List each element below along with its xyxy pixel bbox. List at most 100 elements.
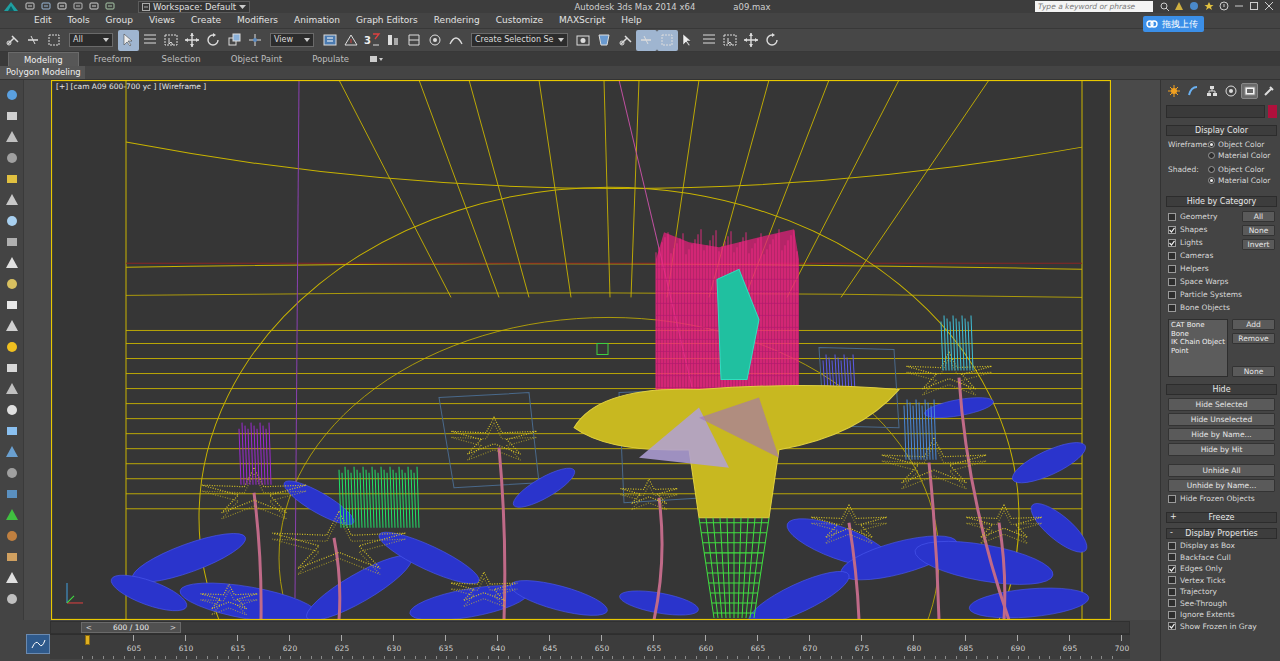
toolbar-button[interactable] <box>762 30 783 51</box>
command-panel-tab[interactable] <box>1241 83 1258 99</box>
radio-button[interactable] <box>1208 177 1215 184</box>
viewport[interactable]: [+] [cam A09 600-700 yc ] [Wireframe ] <box>51 80 1111 620</box>
checkbox-row[interactable]: Show Frozen in Gray <box>1168 621 1275 633</box>
side-tool-button[interactable] <box>4 380 20 397</box>
rollout-header[interactable]: Hide by Category <box>1166 196 1277 207</box>
checkbox[interactable] <box>1168 265 1176 273</box>
rollout-header[interactable]: -Display Properties <box>1166 528 1277 539</box>
window-control[interactable] <box>1219 1 1229 13</box>
rollout-header[interactable]: Hide <box>1166 384 1277 395</box>
toolbar-dropdown[interactable]: View <box>270 33 314 47</box>
checkbox-row[interactable]: Cameras <box>1168 249 1242 262</box>
quick-access-button[interactable] <box>25 1 36 13</box>
toolbar-button[interactable] <box>594 30 615 51</box>
toolbar-button[interactable] <box>615 30 636 51</box>
checkbox[interactable] <box>1168 611 1176 619</box>
hide-button[interactable]: Unhide All <box>1168 464 1275 477</box>
checkbox-row[interactable]: Display as Box <box>1168 540 1275 552</box>
upload-button[interactable]: 拖拽上传 <box>1143 16 1204 32</box>
checkbox[interactable] <box>1168 291 1176 299</box>
filter-list-item[interactable]: Bone <box>1171 330 1225 339</box>
rollout-toggle[interactable]: + <box>1170 512 1177 521</box>
category-button[interactable]: Invert <box>1242 239 1275 250</box>
category-button[interactable]: None <box>1242 225 1275 236</box>
workspace-dropdown[interactable]: Workspace: Default <box>138 1 250 13</box>
checkbox-row[interactable]: Lights <box>1168 236 1242 249</box>
checkbox[interactable] <box>1168 213 1176 221</box>
ribbon-tab[interactable]: Modeling <box>8 52 79 66</box>
checkbox-row[interactable]: Helpers <box>1168 262 1242 275</box>
toolbar-button[interactable] <box>657 30 678 51</box>
radio-button[interactable] <box>1208 141 1215 148</box>
rollout-toggle[interactable]: - <box>1170 528 1173 537</box>
radio-option[interactable]: Material Color <box>1208 150 1270 160</box>
menu-item[interactable]: Tools <box>59 14 97 27</box>
checkbox-row[interactable]: Ignore Extents <box>1168 609 1275 621</box>
toolbar-button[interactable] <box>139 30 160 51</box>
checkbox-row[interactable]: Bone Objects <box>1168 301 1242 314</box>
toolbar-button[interactable] <box>720 30 741 51</box>
side-tool-button[interactable] <box>4 422 20 439</box>
side-tool-button[interactable] <box>4 317 20 334</box>
previous-frame-button[interactable]: < <box>82 623 96 632</box>
ribbon-options[interactable] <box>364 52 384 66</box>
search-field[interactable] <box>1035 1 1153 12</box>
scene-wireframe[interactable] <box>51 80 1111 620</box>
remove-button[interactable]: Remove <box>1232 333 1275 344</box>
side-tool-button[interactable] <box>4 275 20 292</box>
side-tool-button[interactable] <box>4 527 20 544</box>
checkbox[interactable] <box>1168 553 1176 561</box>
toolbar-button[interactable] <box>699 30 720 51</box>
toolbar-button[interactable] <box>118 30 139 51</box>
command-panel-tab[interactable] <box>1204 83 1221 99</box>
category-button[interactable]: All <box>1242 211 1275 222</box>
toolbar-button[interactable] <box>636 30 657 51</box>
menu-item[interactable]: Customize <box>488 14 551 27</box>
window-control[interactable] <box>1189 1 1199 13</box>
toolbar-button[interactable] <box>160 30 181 51</box>
quick-access-button[interactable] <box>57 1 68 13</box>
checkbox-row[interactable]: Geometry <box>1168 210 1242 223</box>
side-tool-button[interactable] <box>4 569 20 586</box>
snap-toggle[interactable]: 3 <box>361 30 382 51</box>
window-control[interactable] <box>1249 1 1259 13</box>
toolbar-button[interactable] <box>741 30 762 51</box>
command-panel-tab[interactable] <box>1260 83 1277 99</box>
hide-button[interactable]: Hide Selected <box>1168 398 1275 411</box>
side-tool-button[interactable] <box>4 191 20 208</box>
side-tool-button[interactable] <box>4 212 20 229</box>
side-tool-button[interactable] <box>4 107 20 124</box>
hide-button[interactable]: Unhide by Name... <box>1168 479 1275 492</box>
curve-editor-button[interactable] <box>26 634 50 654</box>
toolbar-button[interactable] <box>340 30 361 51</box>
toolbar-button[interactable] <box>202 30 223 51</box>
toolbar-dropdown[interactable]: All <box>69 33 113 47</box>
none-button[interactable]: None <box>1232 366 1275 377</box>
side-tool-button[interactable] <box>4 128 20 145</box>
radio-button[interactable] <box>1208 166 1215 173</box>
checkbox-row[interactable]: Edges Only <box>1168 563 1275 575</box>
checkbox[interactable] <box>1168 622 1176 630</box>
ribbon-tab[interactable]: Freeform <box>79 52 147 66</box>
checkbox[interactable] <box>1168 239 1176 247</box>
checkbox[interactable] <box>1168 278 1176 286</box>
menu-item[interactable]: Views <box>141 14 183 27</box>
add-button[interactable]: Add <box>1232 319 1275 330</box>
toolbar-button[interactable] <box>223 30 244 51</box>
hide-button[interactable]: Hide Unselected <box>1168 413 1275 426</box>
filter-list-item[interactable]: IK Chain Object <box>1171 338 1225 347</box>
menu-item[interactable]: Animation <box>286 14 348 27</box>
toolbar-button[interactable] <box>43 30 64 51</box>
checkbox[interactable] <box>1168 495 1176 503</box>
checkbox[interactable] <box>1168 304 1176 312</box>
checkbox[interactable] <box>1168 565 1176 573</box>
window-control[interactable] <box>1174 1 1184 13</box>
quick-access-button[interactable] <box>73 1 84 13</box>
hide-button[interactable]: Hide by Name... <box>1168 428 1275 441</box>
object-name-field[interactable] <box>1166 105 1265 118</box>
radio-option[interactable]: Material Color <box>1208 175 1270 185</box>
side-tool-button[interactable] <box>4 149 20 166</box>
ribbon-tab[interactable]: Object Paint <box>216 52 297 66</box>
side-tool-button[interactable] <box>4 296 20 313</box>
menu-item[interactable]: Help <box>613 14 650 27</box>
